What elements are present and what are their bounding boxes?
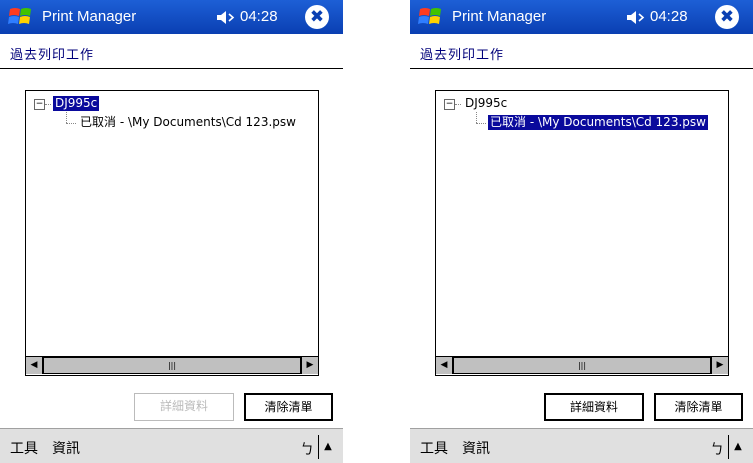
tree-body: − DJ995c 已取消 - \My Documents\Cd 123.psw [26, 91, 318, 357]
windows-start-icon[interactable] [6, 5, 36, 29]
collapse-icon[interactable]: − [34, 99, 45, 110]
close-button[interactable]: ✖ [305, 5, 329, 29]
tree-connector [476, 112, 477, 123]
section-title: 過去列印工作 [10, 48, 95, 63]
menu-info[interactable]: 資訊 [462, 438, 490, 458]
print-job-tree[interactable]: − DJ995c 已取消 - \My Documents\Cd 123.psw … [25, 90, 319, 376]
tree-node-job[interactable]: 已取消 - \My Documents\Cd 123.psw [78, 115, 298, 130]
input-panel-icon[interactable]: ㄅ [710, 439, 724, 459]
scroll-track[interactable]: ||| [453, 357, 711, 374]
scroll-thumb[interactable]: ||| [453, 357, 711, 374]
details-button[interactable]: 詳細資料 [134, 393, 234, 421]
menu-bar: 工具 資訊 ㄅ ▲ [410, 428, 753, 463]
clear-list-button[interactable]: 清除清單 [244, 393, 333, 421]
clear-list-button[interactable]: 清除清單 [654, 393, 743, 421]
scroll-right-icon[interactable]: ▶ [711, 357, 728, 374]
menu-tools[interactable]: 工具 [420, 438, 448, 458]
tree-connector [45, 104, 51, 105]
tree-body: − DJ995c 已取消 - \My Documents\Cd 123.psw [436, 91, 728, 357]
title-bar: Print Manager 04:28 ✖ [410, 0, 753, 34]
scroll-thumb[interactable]: ||| [43, 357, 301, 374]
speaker-icon[interactable] [216, 10, 238, 25]
app-title: Print Manager [452, 8, 547, 25]
speaker-icon[interactable] [626, 10, 648, 25]
collapse-icon[interactable]: − [444, 99, 455, 110]
screen-left: Print Manager 04:28 ✖ 過去列印工作 − DJ995c 已取… [0, 0, 343, 463]
menu-tools[interactable]: 工具 [10, 438, 38, 458]
clock[interactable]: 04:28 [650, 8, 688, 25]
input-panel-arrow-icon[interactable]: ▲ [728, 435, 747, 459]
windows-start-icon[interactable] [416, 5, 446, 29]
input-panel-arrow-icon[interactable]: ▲ [318, 435, 337, 459]
tree-node-job[interactable]: 已取消 - \My Documents\Cd 123.psw [487, 114, 709, 131]
scroll-track[interactable]: ||| [43, 357, 301, 374]
tree-connector [66, 112, 67, 123]
horizontal-scrollbar[interactable]: ◀ ||| ▶ [26, 356, 318, 375]
section-title: 過去列印工作 [420, 48, 505, 63]
tree-connector [476, 123, 486, 124]
section-header: 過去列印工作 [0, 34, 343, 69]
horizontal-scrollbar[interactable]: ◀ ||| ▶ [436, 356, 728, 375]
tree-node-printer[interactable]: DJ995c [51, 95, 101, 112]
clock[interactable]: 04:28 [240, 8, 278, 25]
tree-node-printer[interactable]: DJ995c [463, 96, 509, 111]
section-header: 過去列印工作 [410, 34, 753, 69]
screen-right: Print Manager 04:28 ✖ 過去列印工作 − DJ995c 已取… [410, 0, 753, 463]
scroll-left-icon[interactable]: ◀ [26, 357, 43, 374]
details-button[interactable]: 詳細資料 [544, 393, 644, 421]
close-button[interactable]: ✖ [715, 5, 739, 29]
title-bar: Print Manager 04:28 ✖ [0, 0, 343, 34]
print-job-tree[interactable]: − DJ995c 已取消 - \My Documents\Cd 123.psw … [435, 90, 729, 376]
scroll-left-icon[interactable]: ◀ [436, 357, 453, 374]
tree-connector [455, 104, 461, 105]
scroll-right-icon[interactable]: ▶ [301, 357, 318, 374]
menu-bar: 工具 資訊 ㄅ ▲ [0, 428, 343, 463]
input-panel-icon[interactable]: ㄅ [300, 439, 314, 459]
app-title: Print Manager [42, 8, 137, 25]
menu-info[interactable]: 資訊 [52, 438, 80, 458]
tree-connector [66, 123, 76, 124]
